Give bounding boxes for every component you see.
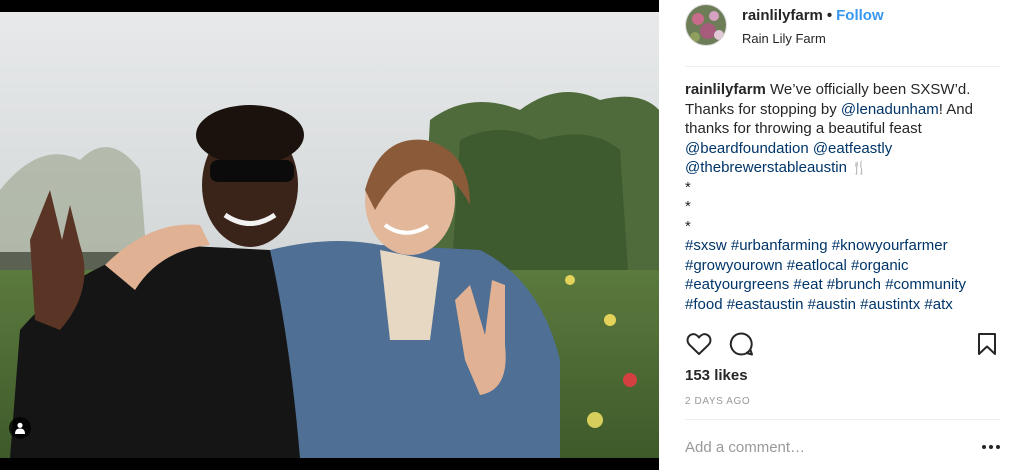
hashtag-link[interactable]: #eat — [793, 276, 822, 293]
avatar[interactable] — [685, 4, 727, 46]
hashtag-line: #sxsw #urbanfarming #knowyourfarmer — [685, 236, 1005, 256]
user-tag-button[interactable] — [9, 417, 31, 439]
hashtag-line: #eatyourgreens #eat #brunch #community — [685, 275, 1005, 295]
follow-button[interactable]: Follow — [836, 7, 884, 24]
header-title-line: rainlilyfarm • Follow — [742, 7, 884, 24]
person-icon — [15, 422, 25, 434]
caption-username-link[interactable]: rainlilyfarm — [685, 81, 766, 98]
hashtag-link[interactable]: #austintx — [860, 296, 920, 313]
caption: rainlilyfarm We’ve officially been SXSW’… — [685, 80, 1005, 314]
hashtag-link[interactable]: #urbanfarming — [731, 237, 828, 254]
header-username-link[interactable]: rainlilyfarm — [742, 7, 823, 24]
location-link[interactable]: Rain Lily Farm — [742, 31, 826, 46]
post-side-panel: rainlilyfarm • Follow Rain Lily Farm rainl… — [659, 0, 1024, 470]
comment-divider — [685, 419, 1000, 420]
hashtag-link[interactable]: #eatlocal — [787, 257, 847, 274]
comment-bubble-icon — [729, 332, 753, 356]
hashtag-link[interactable]: #community — [885, 276, 966, 293]
post-header: rainlilyfarm • Follow Rain Lily Farm — [685, 4, 1000, 66]
hashtag-link[interactable]: #brunch — [827, 276, 881, 293]
more-options-button[interactable] — [980, 437, 1002, 457]
caption-star: * — [685, 178, 691, 196]
save-button[interactable] — [973, 330, 1001, 358]
hashtag-link[interactable]: #knowyourfarmer — [832, 237, 948, 254]
heart-icon — [686, 333, 712, 355]
likes-count[interactable]: 153 likes — [685, 367, 748, 384]
like-button[interactable] — [685, 330, 713, 358]
hashtag-link[interactable]: #eastaustin — [727, 296, 804, 313]
caption-text: We’ve officially been SXSW’d. — [765, 81, 971, 98]
caption-star: * — [685, 198, 691, 215]
photo-image — [0, 0, 659, 470]
caption-star: * — [685, 217, 691, 235]
hashtag-link[interactable]: #organic — [851, 257, 909, 274]
hashtag-link[interactable]: #austin — [808, 296, 856, 313]
header-separator: • — [826, 7, 833, 24]
bookmark-icon — [978, 333, 996, 355]
header-divider — [685, 66, 1000, 67]
comment-button[interactable] — [727, 330, 755, 358]
mention-link[interactable]: @lenadunham — [841, 101, 939, 118]
post-photo[interactable] — [0, 0, 659, 470]
hashtag-link[interactable]: #growyourown — [685, 257, 783, 274]
hashtag-link[interactable]: #eatyourgreens — [685, 276, 789, 293]
hashtag-line: #food #eastaustin #austin #austintx #atx — [685, 295, 1005, 315]
hashtag-line: #growyourown #eatlocal #organic — [685, 256, 1005, 276]
action-bar — [685, 330, 1000, 358]
mention-link[interactable]: @thebrewerstableaustin — [685, 159, 847, 176]
caption-text: ! And — [938, 100, 973, 118]
mention-link[interactable]: @eatfeastly — [813, 140, 892, 157]
caption-text: Thanks for stopping by — [685, 100, 841, 118]
hashtag-link[interactable]: #sxsw — [685, 237, 727, 254]
ellipsis-icon — [982, 445, 1000, 449]
hashtag-link[interactable]: #food — [685, 296, 723, 313]
fork-knife-icon: 🍴 — [851, 160, 868, 175]
avatar-image — [686, 5, 726, 45]
post-date[interactable]: 2 DAYS AGO — [685, 396, 750, 407]
hashtag-link[interactable]: #atx — [924, 296, 952, 313]
mention-link[interactable]: @beardfoundation — [685, 140, 809, 157]
caption-text: thanks for throwing a beautiful feast — [685, 120, 922, 137]
add-comment-input[interactable] — [685, 436, 965, 458]
